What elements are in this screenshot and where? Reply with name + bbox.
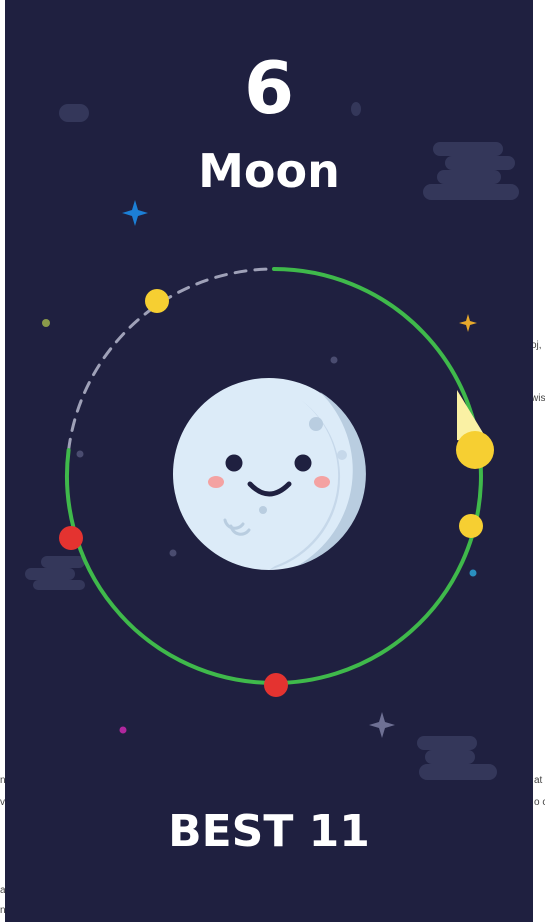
comet-ball-icon[interactable] bbox=[456, 390, 494, 469]
yellow-dot-icon bbox=[145, 289, 169, 313]
cloud-icon bbox=[417, 736, 497, 780]
sparkle-star-icon bbox=[459, 314, 477, 332]
game-screen[interactable]: 6 Moon BEST 11 bbox=[5, 0, 533, 922]
level-name: Moon bbox=[198, 144, 340, 198]
dust-dot bbox=[42, 319, 50, 327]
edge-text: at bbox=[534, 775, 543, 786]
sparkle-star-icon bbox=[122, 200, 148, 226]
red-dot-icon bbox=[264, 673, 288, 697]
red-dot-icon bbox=[59, 526, 83, 550]
edge-text: o c bbox=[534, 797, 545, 808]
best-score: BEST 11 bbox=[168, 806, 370, 857]
dust-dot bbox=[330, 356, 338, 364]
edge-text: wis bbox=[531, 393, 545, 404]
smiling-moon-icon bbox=[173, 378, 366, 570]
game-canvas[interactable] bbox=[5, 0, 533, 922]
yellow-dot-icon bbox=[459, 514, 483, 538]
dust-dot bbox=[76, 450, 84, 458]
score: 6 bbox=[243, 46, 295, 130]
dust-dot bbox=[119, 726, 127, 734]
sparkle-star-icon bbox=[369, 712, 395, 738]
dust-dot bbox=[169, 549, 177, 557]
dust-dot bbox=[469, 569, 477, 577]
cloud-icon bbox=[25, 556, 85, 590]
